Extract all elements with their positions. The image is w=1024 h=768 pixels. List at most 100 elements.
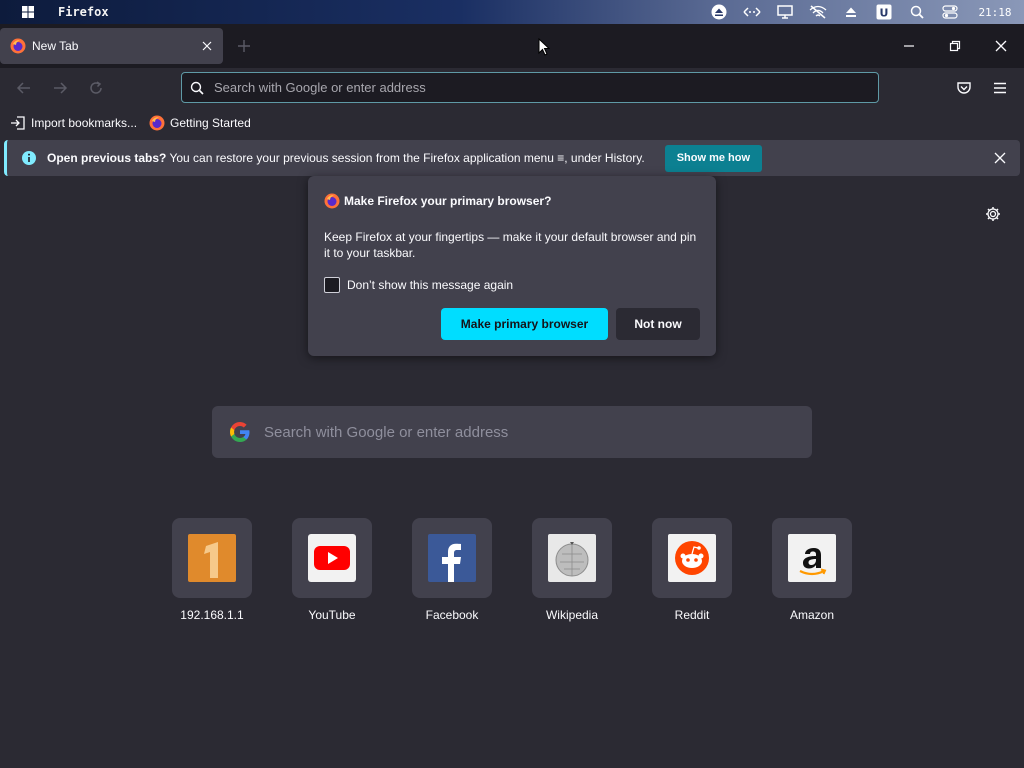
restore-button[interactable] <box>932 24 978 68</box>
top-site-amazon[interactable]: Amazon <box>772 518 852 622</box>
reload-icon <box>90 81 102 94</box>
notification-text: Open previous tabs? You can restore your… <box>47 151 645 165</box>
close-icon <box>995 40 1007 52</box>
close-window-button[interactable] <box>978 24 1024 68</box>
newtab-search-box[interactable]: Search with Google or enter address <box>212 406 812 458</box>
pocket-icon <box>957 82 971 94</box>
notification-detail-text: You can restore your previous session fr… <box>166 151 645 165</box>
site-tile <box>172 518 252 598</box>
session-restore-notification: Open previous tabs? You can restore your… <box>4 140 1020 176</box>
top-site-wikipedia[interactable]: Wikipedia <box>532 518 612 622</box>
plus-icon <box>238 40 250 52</box>
facebook-icon <box>428 534 476 582</box>
not-now-button[interactable]: Not now <box>616 308 700 340</box>
popup-header: Make Firefox your primary browser? <box>324 193 551 209</box>
amazon-icon <box>788 534 836 582</box>
new-tab-button[interactable] <box>232 34 256 58</box>
show-me-how-button[interactable]: Show me how <box>664 144 763 172</box>
search-placeholder: Search with Google or enter address <box>264 423 509 441</box>
toggle-icon[interactable] <box>933 0 966 24</box>
u-app-icon[interactable]: U <box>867 0 900 24</box>
address-input[interactable] <box>214 80 854 95</box>
bookmarks-toolbar: Import bookmarks... Getting Started <box>0 108 1024 138</box>
site-label: 192.168.1.1 <box>180 608 244 622</box>
search-icon <box>190 81 204 95</box>
firefox-icon <box>10 38 26 54</box>
system-tray: U 21:18 <box>702 0 1024 24</box>
search-icon[interactable] <box>900 0 933 24</box>
eject-icon[interactable] <box>702 0 735 24</box>
make-primary-browser-button[interactable]: Make primary browser <box>441 308 608 340</box>
hamburger-menu-icon <box>994 82 1006 94</box>
gear-icon <box>986 207 1000 221</box>
navigation-toolbar <box>0 68 1024 108</box>
tab-close-button[interactable] <box>195 34 219 58</box>
wikipedia-icon <box>548 534 596 582</box>
site-tile <box>412 518 492 598</box>
forward-button[interactable] <box>46 74 74 102</box>
site-label: Facebook <box>425 608 479 622</box>
site-tile <box>532 518 612 598</box>
reload-button[interactable] <box>82 74 110 102</box>
close-icon <box>202 41 212 51</box>
minimize-button[interactable] <box>886 24 932 68</box>
tab-title: New Tab <box>32 39 79 53</box>
eject-icon-2[interactable] <box>834 0 867 24</box>
default-browser-popup: Make Firefox your primary browser? Keep … <box>308 176 716 356</box>
site-label: YouTube <box>308 608 356 622</box>
dont-show-again-row[interactable]: Don’t show this message again <box>324 277 513 293</box>
site-tile <box>772 518 852 598</box>
top-site-youtube[interactable]: YouTube <box>292 518 372 622</box>
bookmark-label: Getting Started <box>170 116 251 130</box>
clock[interactable]: 21:18 <box>966 6 1024 19</box>
minimize-icon <box>904 45 914 47</box>
wifi-off-icon[interactable] <box>801 0 834 24</box>
address-bar[interactable] <box>181 72 879 103</box>
site-label: Reddit <box>674 608 710 622</box>
number-one-icon <box>188 534 236 582</box>
info-icon <box>22 151 36 165</box>
network-icon[interactable] <box>735 0 768 24</box>
back-arrow-icon <box>16 82 30 94</box>
forward-arrow-icon <box>54 82 68 94</box>
back-button[interactable] <box>10 74 38 102</box>
reddit-icon <box>668 534 716 582</box>
os-taskbar: Firefox U 21:18 <box>0 0 1024 24</box>
top-sites: 192.168.1.1 YouTube Facebook Wikipedia R… <box>172 518 872 628</box>
close-icon <box>994 152 1006 164</box>
firefox-icon <box>149 115 165 131</box>
top-site-192-168-1-1[interactable]: 192.168.1.1 <box>172 518 252 622</box>
site-label: Wikipedia <box>545 608 599 622</box>
youtube-icon <box>308 534 356 582</box>
import-icon <box>11 116 25 130</box>
popup-body-text: Keep Firefox at your fingertips — make i… <box>324 230 697 260</box>
top-site-reddit[interactable]: Reddit <box>652 518 732 622</box>
site-label: Amazon <box>789 608 835 622</box>
bookmark-getting-started[interactable]: Getting Started <box>149 115 251 131</box>
start-button[interactable] <box>0 0 56 24</box>
site-tile <box>652 518 732 598</box>
top-site-facebook[interactable]: Facebook <box>412 518 492 622</box>
window-controls <box>886 24 1024 68</box>
notification-close-button[interactable] <box>988 146 1012 170</box>
popup-title: Make Firefox your primary browser? <box>344 194 552 208</box>
bookmark-import[interactable]: Import bookmarks... <box>10 116 137 130</box>
windows-icon <box>22 6 34 18</box>
pocket-button[interactable] <box>950 74 978 102</box>
dont-show-again-label[interactable]: Don’t show this message again <box>347 278 513 292</box>
svg-text:U: U <box>879 7 888 20</box>
display-icon[interactable] <box>768 0 801 24</box>
bookmark-label: Import bookmarks... <box>31 116 138 130</box>
site-tile <box>292 518 372 598</box>
restore-icon <box>949 40 961 52</box>
mouse-cursor-icon <box>538 38 550 56</box>
tab-new-tab[interactable]: New Tab <box>0 28 223 64</box>
app-menu-button[interactable] <box>986 74 1014 102</box>
google-icon <box>230 422 250 442</box>
taskbar-app-title[interactable]: Firefox <box>58 5 109 19</box>
firefox-icon <box>324 193 340 209</box>
dont-show-again-checkbox[interactable] <box>324 277 340 293</box>
notification-bold-text: Open previous tabs? <box>47 151 167 165</box>
personalize-settings-button[interactable] <box>981 202 1005 226</box>
tab-strip: New Tab <box>0 24 1024 68</box>
